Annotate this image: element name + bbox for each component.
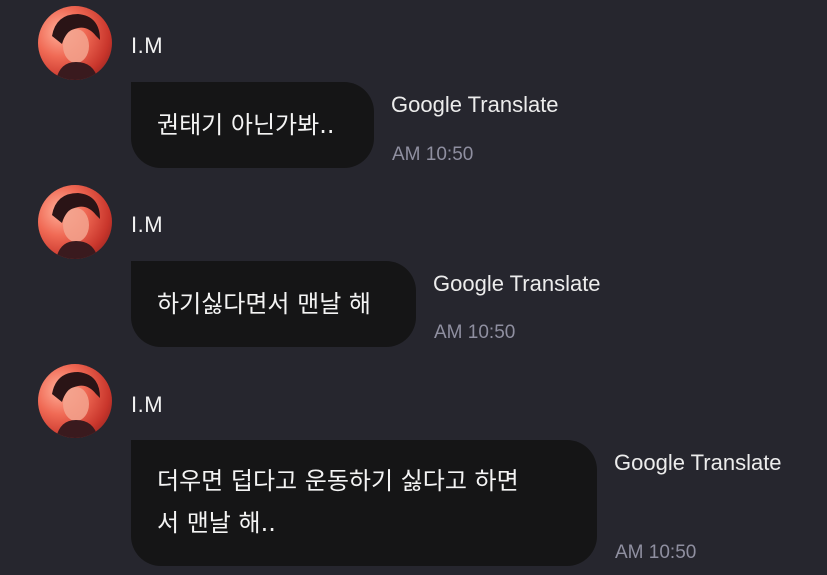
- avatar[interactable]: [38, 6, 112, 80]
- translate-link[interactable]: Google Translate: [614, 450, 782, 476]
- avatar[interactable]: [38, 364, 112, 438]
- sender-name: I.M: [131, 392, 164, 417]
- message-bubble[interactable]: 더우면 덥다고 운동하기 싫다고 하면 서 맨날 해..: [131, 440, 597, 566]
- message-bubble[interactable]: 권태기 아닌가봐..: [131, 82, 374, 168]
- avatar[interactable]: [38, 185, 112, 259]
- sender-name: I.M: [131, 212, 164, 237]
- message-text-line: 더우면 덥다고 운동하기 싫다고 하면: [157, 467, 519, 495]
- translate-link[interactable]: Google Translate: [433, 271, 601, 297]
- message-bubble[interactable]: 하기싫다면서 맨날 해: [131, 261, 416, 347]
- chat-thread: I.M 권태기 아닌가봐.. Google Translate AM 10:50…: [0, 0, 827, 575]
- avatar-portrait-icon: [52, 193, 100, 259]
- avatar-portrait-icon: [52, 372, 100, 438]
- message-text: 권태기 아닌가봐..: [157, 111, 335, 139]
- message-text: 하기싫다면서 맨날 해: [157, 290, 371, 318]
- avatar-portrait-icon: [52, 14, 100, 80]
- message-time: AM 10:50: [615, 542, 697, 563]
- message-text-line: 서 맨날 해..: [157, 509, 276, 537]
- sender-name: I.M: [131, 33, 164, 58]
- translate-link[interactable]: Google Translate: [391, 92, 559, 118]
- message-time: AM 10:50: [392, 144, 474, 165]
- message-time: AM 10:50: [434, 322, 516, 343]
